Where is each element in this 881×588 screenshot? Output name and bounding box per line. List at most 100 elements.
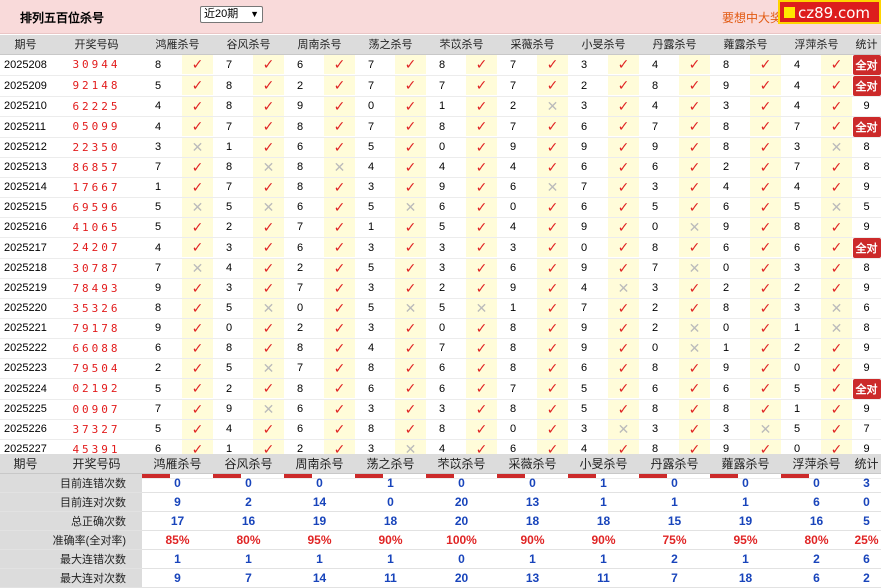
check-icon: ✓: [324, 117, 355, 136]
issue-cell: 2025222: [0, 338, 51, 359]
check-icon: ✓: [324, 137, 355, 156]
stats-value: 2: [781, 549, 852, 569]
issue-cell: 2025219: [0, 278, 51, 299]
check-icon: ✓: [821, 258, 852, 277]
check-icon: ✓: [608, 238, 639, 257]
table-row: 2025223 79504 2 ✓ 5 ✕ 7 ✓ 8 ✓ 6 ✓ 8 ✓ 6 ✓ 8 ✓ 9 ✓ 0 ✓ 9: [0, 358, 881, 379]
stats-value: 17: [142, 511, 213, 531]
period-select[interactable]: 近20期 ▼: [200, 6, 263, 23]
kill-cell: 7 ✓: [781, 116, 852, 138]
check-icon: ✓: [253, 137, 284, 156]
check-icon: ✓: [679, 358, 710, 377]
page-title: 排列五百位杀号: [20, 11, 105, 25]
kill-cell: 8 ✓: [497, 338, 568, 359]
kill-cell: 8 ✕: [284, 157, 355, 178]
kill-value: 6: [297, 58, 304, 71]
check-icon: ✓: [608, 399, 639, 418]
check-icon: ✓: [537, 358, 568, 377]
kill-value: 8: [510, 342, 517, 354]
kill-cell: 4 ✓: [710, 177, 781, 198]
kill-cell: 4 ✓: [781, 96, 852, 117]
kill-cell: 4 ✓: [426, 157, 497, 178]
kill-value: 9: [297, 100, 304, 112]
kill-cell: 3 ✕: [781, 137, 852, 158]
check-icon: ✓: [253, 258, 284, 277]
kill-cell: 1 ✓: [213, 137, 284, 158]
stats-value: 1: [710, 492, 781, 512]
stats-value: 0: [497, 473, 568, 493]
kill-cell: 7 ✓: [213, 116, 284, 138]
check-icon: ✓: [253, 318, 284, 337]
stats-value: 80%: [781, 530, 852, 550]
kill-value: 0: [581, 241, 588, 254]
column-header: 荡之杀号: [355, 454, 426, 474]
kill-value: 3: [368, 282, 375, 294]
cross-icon: ✕: [182, 258, 213, 277]
kill-value: 3: [794, 262, 801, 274]
kill-cell: 0 ✓: [426, 137, 497, 158]
check-icon: ✓: [608, 96, 639, 115]
kill-value: 8: [297, 382, 304, 395]
kill-value: 2: [226, 382, 233, 395]
kill-value: 8: [155, 302, 162, 314]
table-row: 2025220 35326 8 ✓ 5 ✕ 0 ✓ 5 ✕ 5 ✕ 1 ✓ 7 ✓ 2 ✓ 8 ✓ 3 ✕ 6: [0, 298, 881, 319]
stat-cell: 9: [852, 399, 881, 420]
kill-cell: 7 ✓: [284, 278, 355, 299]
kill-cell: 1 ✓: [426, 96, 497, 117]
kill-cell: 2 ✓: [568, 75, 639, 97]
kill-cell: 6 ✓: [284, 399, 355, 420]
kill-value: 6: [581, 362, 588, 374]
table-row: 2025226 37327 5 ✓ 4 ✓ 6 ✓ 8 ✓ 8 ✓ 0 ✓ 3 ✕ 3 ✓ 3 ✕ 5 ✓ 7: [0, 419, 881, 440]
all-right-badge: 全对: [852, 116, 881, 136]
cross-icon: ✕: [821, 298, 852, 317]
issue-cell: 2025224: [0, 378, 51, 400]
check-icon: ✓: [821, 338, 852, 357]
stats-value: 2: [852, 568, 881, 588]
kill-cell: 2 ✓: [142, 358, 213, 379]
kill-value: 7: [581, 302, 588, 314]
kill-value: 7: [581, 181, 588, 193]
site-logo[interactable]: cz89.com: [778, 0, 881, 24]
cross-icon: ✕: [608, 419, 639, 438]
cross-icon: ✕: [750, 419, 781, 438]
check-icon: ✓: [395, 379, 426, 398]
check-icon: ✓: [324, 399, 355, 418]
kill-cell: 4 ✓: [781, 75, 852, 97]
check-icon: ✓: [679, 379, 710, 398]
column-header: 谷风杀号: [213, 35, 284, 55]
stats-value: 0: [639, 473, 710, 493]
check-icon: ✓: [395, 238, 426, 257]
check-icon: ✓: [821, 177, 852, 196]
kill-value: 5: [794, 423, 801, 435]
check-icon: ✓: [679, 419, 710, 438]
promo-text[interactable]: 要想中大奖: [722, 9, 782, 26]
kill-value: 3: [368, 241, 375, 254]
stats-value: 20: [426, 492, 497, 512]
stats-value: 6: [781, 492, 852, 512]
issue-cell: 2025215: [0, 197, 51, 218]
kill-value: 1: [794, 322, 801, 334]
kill-value: 3: [723, 100, 730, 112]
stats-value: 18: [710, 568, 781, 588]
stats-value: 80%: [213, 530, 284, 550]
kill-cell: 7 ✓: [497, 116, 568, 138]
stat-cell: 9: [852, 217, 881, 238]
check-icon: ✓: [821, 76, 852, 95]
check-icon: ✓: [395, 157, 426, 176]
all-right-badge: 全对: [852, 54, 881, 74]
column-header-issue: 期号: [13, 456, 38, 471]
kill-cell: 8 ✓: [710, 54, 781, 76]
kill-value: 9: [581, 262, 588, 274]
stat-cell: 全对: [852, 54, 881, 76]
kill-value: 8: [652, 241, 659, 254]
kill-value: 5: [652, 201, 659, 213]
kill-cell: 5 ✓: [142, 378, 213, 400]
kill-cell: 2 ✓: [710, 278, 781, 299]
stats-value: 19: [710, 511, 781, 531]
check-icon: ✓: [182, 76, 213, 95]
issue-cell: 2025208: [0, 54, 51, 76]
check-icon: ✓: [324, 278, 355, 297]
kill-cell: 6 ✓: [284, 237, 355, 259]
check-icon: ✓: [395, 117, 426, 136]
draw-number-cell: 22350: [51, 137, 142, 158]
